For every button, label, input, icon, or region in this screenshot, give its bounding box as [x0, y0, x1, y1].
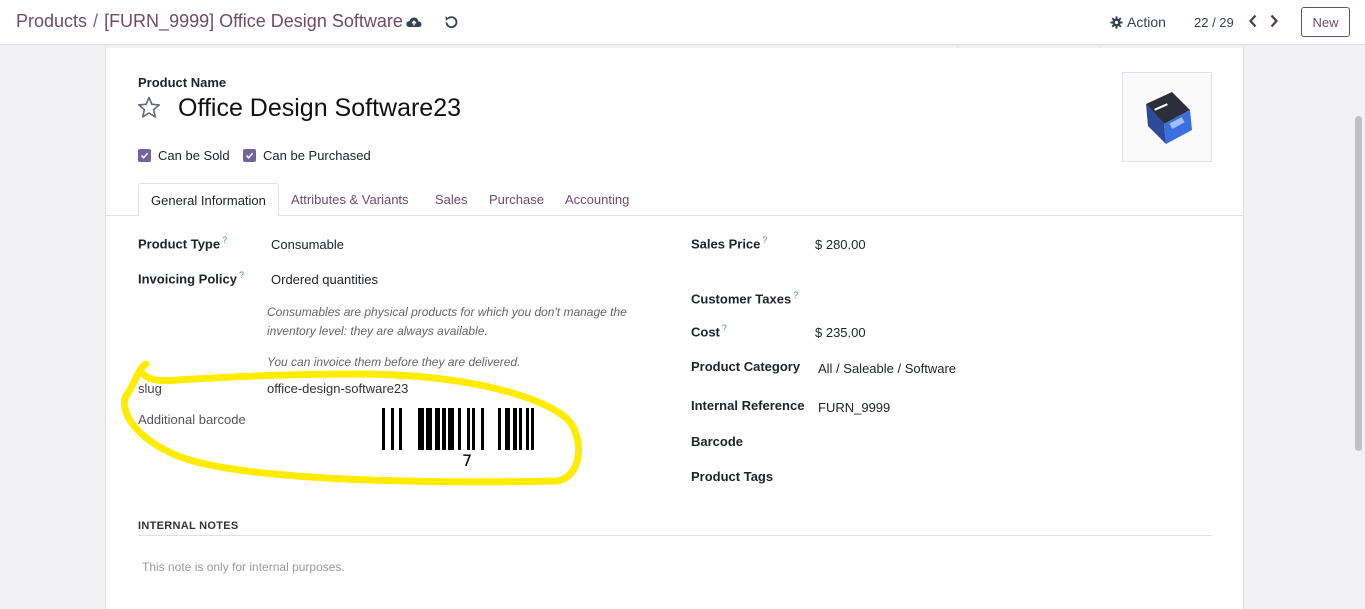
- action-label: Action: [1127, 14, 1166, 30]
- can-be-sold-label: Can be Sold: [158, 148, 230, 163]
- can-be-sold-checkbox[interactable]: Can be Sold: [138, 148, 230, 163]
- sheet-top-border: [106, 46, 1243, 48]
- gear-icon: [1110, 15, 1123, 29]
- new-record-button[interactable]: New: [1301, 7, 1350, 37]
- help-tooltip-icon[interactable]: ?: [793, 290, 798, 300]
- cost-label: Cost?: [691, 323, 727, 340]
- additional-barcode-label: Additional barcode: [138, 412, 246, 427]
- product-type-select[interactable]: Consumable: [271, 237, 344, 252]
- product-type-label: Product Type?: [138, 235, 228, 252]
- invoicing-help-text: You can invoice them before they are del…: [267, 355, 521, 369]
- favorite-star-icon[interactable]: [136, 95, 162, 121]
- breadcrumb: Products / [FURN_9999] Office Design Softw…: [16, 11, 403, 32]
- cloud-save-icon[interactable]: [405, 13, 423, 31]
- sales-price-label: Sales Price?: [691, 235, 768, 252]
- action-menu-button[interactable]: Action: [1110, 14, 1166, 30]
- sales-price-field[interactable]: $ 280.00: [815, 237, 866, 252]
- invoicing-policy-select[interactable]: Ordered quantities: [271, 272, 378, 287]
- pager-value[interactable]: 22 / 29: [1194, 15, 1234, 30]
- product-tags-label: Product Tags: [691, 469, 774, 484]
- slug-label: slug: [138, 381, 162, 396]
- scrollbar-thumb[interactable]: [1355, 116, 1362, 451]
- pager-previous-icon[interactable]: [1246, 13, 1260, 29]
- help-tooltip-icon[interactable]: ?: [222, 235, 227, 245]
- page-scrollbar[interactable]: [1352, 46, 1365, 609]
- slug-field[interactable]: office-design-software23: [267, 381, 408, 396]
- tab-sales[interactable]: Sales: [435, 183, 468, 216]
- cost-field[interactable]: $ 235.00: [815, 325, 866, 340]
- product-category-label: Product Category: [691, 359, 801, 374]
- customer-taxes-label: Customer Taxes?: [691, 290, 799, 307]
- tab-general-information[interactable]: General Information: [138, 183, 279, 216]
- tab-accounting[interactable]: Accounting: [565, 183, 629, 216]
- pager-next-icon[interactable]: [1267, 13, 1281, 29]
- internal-notes-header: INTERNAL NOTES: [138, 520, 239, 532]
- form-notebook-tabs: General Information Attributes & Variant…: [106, 183, 1243, 216]
- control-panel: Products / [FURN_9999] Office Design Softw…: [0, 0, 1365, 45]
- breadcrumb-products-link[interactable]: Products: [16, 11, 87, 31]
- internal-notes-divider: [138, 535, 1212, 536]
- barcode-label: Barcode: [691, 434, 744, 449]
- help-tooltip-icon[interactable]: ?: [239, 270, 244, 280]
- product-type-help-text-2: inventory level: they are always availab…: [267, 324, 488, 338]
- internal-reference-label: Internal Reference: [691, 398, 805, 413]
- breadcrumb-separator: /: [93, 11, 99, 31]
- tab-purchase[interactable]: Purchase: [489, 183, 544, 216]
- product-name-field[interactable]: Office Design Software23: [178, 94, 461, 123]
- checkbox-checked-icon: [138, 149, 151, 162]
- discard-changes-icon[interactable]: [442, 13, 460, 31]
- additional-barcode-field[interactable]: 7: [380, 406, 550, 470]
- internal-notes-editor[interactable]: This note is only for internal purposes.: [142, 560, 345, 574]
- invoicing-policy-label: Invoicing Policy?: [138, 270, 244, 287]
- product-image[interactable]: [1122, 72, 1212, 162]
- internal-reference-field[interactable]: FURN_9999: [818, 400, 890, 415]
- can-be-purchased-label: Can be Purchased: [263, 148, 371, 163]
- breadcrumb-current: [FURN_9999] Office Design Software: [104, 11, 403, 31]
- barcode-digit-text: 7: [462, 451, 472, 470]
- software-box-image: [1146, 92, 1192, 144]
- help-tooltip-icon[interactable]: ?: [722, 323, 727, 333]
- tab-attributes-variants[interactable]: Attributes & Variants: [291, 183, 409, 216]
- checkbox-checked-icon: [243, 149, 256, 162]
- form-sheet: Product Name Office Design Software23 Ca…: [105, 46, 1244, 609]
- product-name-label: Product Name: [138, 75, 227, 90]
- product-category-field[interactable]: All / Saleable / Software: [818, 361, 956, 376]
- can-be-purchased-checkbox[interactable]: Can be Purchased: [243, 148, 371, 163]
- product-type-help-text-1: Consumables are physical products for wh…: [267, 305, 627, 319]
- help-tooltip-icon[interactable]: ?: [762, 235, 767, 245]
